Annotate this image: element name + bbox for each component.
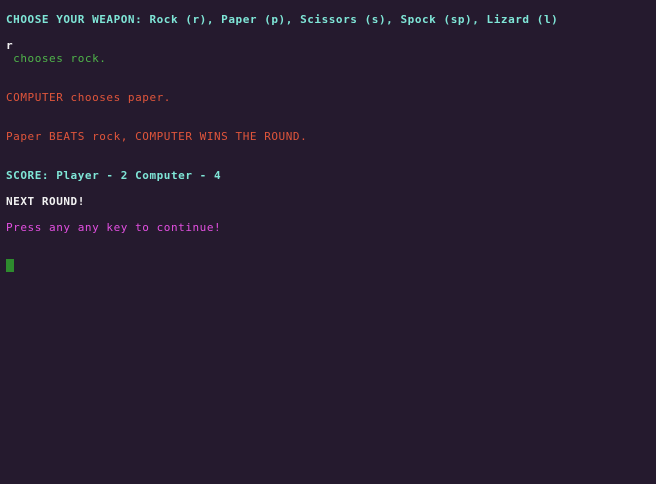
continue-prompt-line: Press any any key to continue! [6,221,222,234]
text-cursor[interactable] [6,259,14,272]
next-round-line: NEXT ROUND! [6,195,85,208]
score-line: SCORE: Player - 2 Computer - 4 [6,169,222,182]
terminal-window[interactable]: CHOOSE YOUR WEAPON: Rock (r), Paper (p),… [0,0,656,484]
round-result-line: Paper BEATS rock, COMPUTER WINS THE ROUN… [6,130,308,143]
computer-choice-line: COMPUTER chooses paper. [6,91,171,104]
user-input-line: r [6,39,14,52]
weapon-prompt: CHOOSE YOUR WEAPON: Rock (r), Paper (p),… [6,13,559,26]
player-choice-line: chooses rock. [6,52,107,65]
